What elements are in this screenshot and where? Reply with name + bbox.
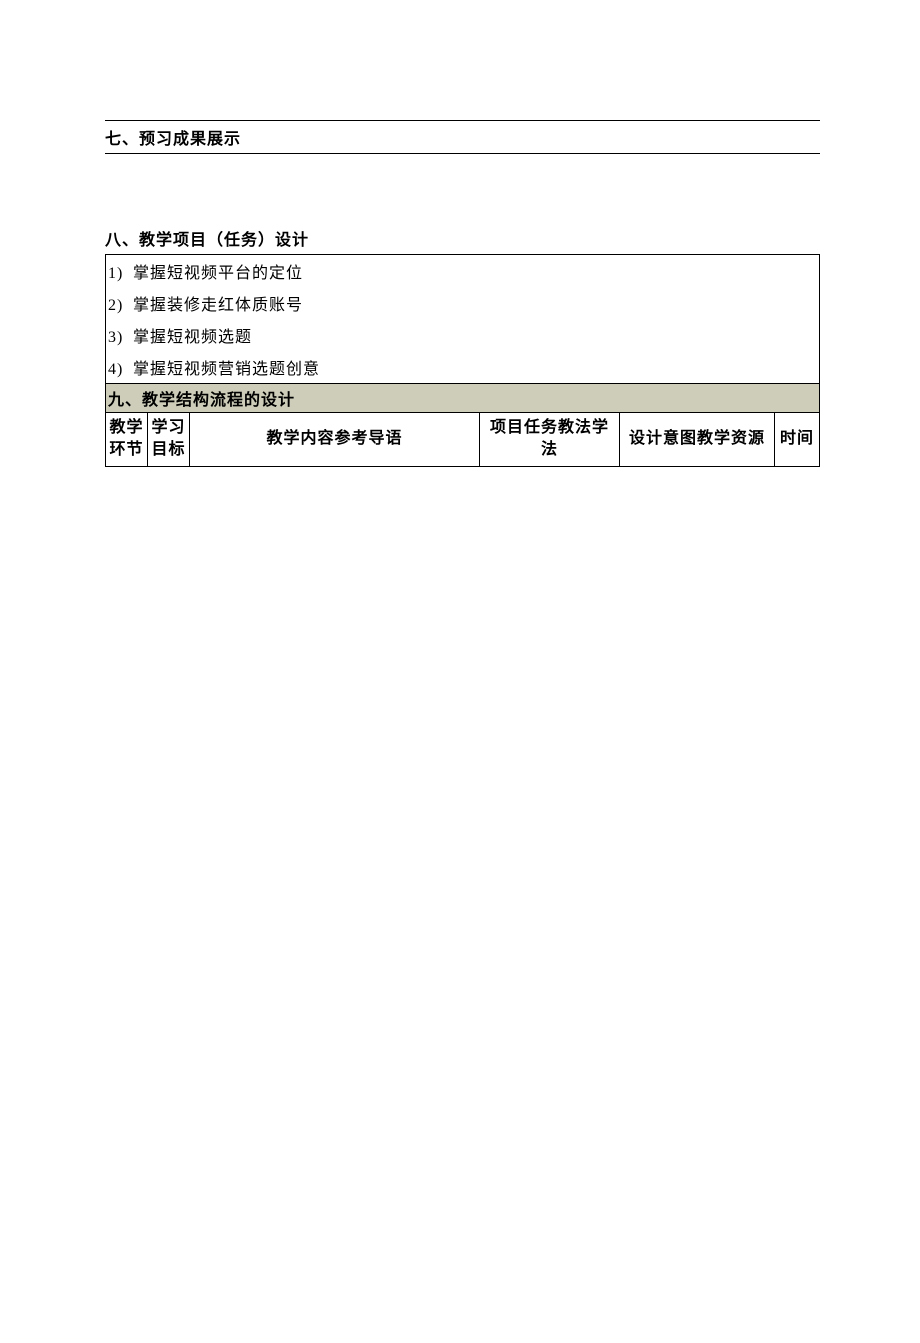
task-text: 掌握短视频营销选题创意 <box>133 361 320 378</box>
header-content-reference: 教学内容参考导语 <box>190 413 480 466</box>
task-number: 4) <box>108 361 128 379</box>
task-list: 1) 掌握短视频平台的定位 2) 掌握装修走红体质账号 3) 掌握短视频选题 4… <box>105 255 820 384</box>
header-learning-objective: 学习目标 <box>148 413 190 466</box>
header-project-method: 项目任务教法学法 <box>480 413 620 466</box>
section-seven-header: 七、预习成果展示 <box>105 120 820 154</box>
task-text: 掌握短视频平台的定位 <box>133 265 303 282</box>
section-seven-title: 七、预习成果展示 <box>105 125 820 149</box>
task-item: 2) 掌握装修走红体质账号 <box>106 287 819 319</box>
task-item: 3) 掌握短视频选题 <box>106 319 819 351</box>
task-number: 2) <box>108 297 128 315</box>
task-text: 掌握短视频选题 <box>133 329 252 346</box>
section-eight-title: 八、教学项目（任务）设计 <box>105 226 820 255</box>
task-item: 1) 掌握短视频平台的定位 <box>106 255 819 287</box>
header-time: 时间 <box>775 413 820 466</box>
task-number: 3) <box>108 329 128 347</box>
structure-header-table: 教学环节 学习目标 教学内容参考导语 项目任务教法学法 设计意图教学资源 时间 <box>105 413 820 467</box>
task-item: 4) 掌握短视频营销选题创意 <box>106 351 819 383</box>
header-teaching-link: 教学环节 <box>106 413 148 466</box>
section-nine-title: 九、教学结构流程的设计 <box>105 384 820 413</box>
task-text: 掌握装修走红体质账号 <box>133 297 303 314</box>
task-number: 1) <box>108 265 128 283</box>
header-design-resource: 设计意图教学资源 <box>620 413 775 466</box>
table-row: 教学环节 学习目标 教学内容参考导语 项目任务教法学法 设计意图教学资源 时间 <box>106 413 820 466</box>
